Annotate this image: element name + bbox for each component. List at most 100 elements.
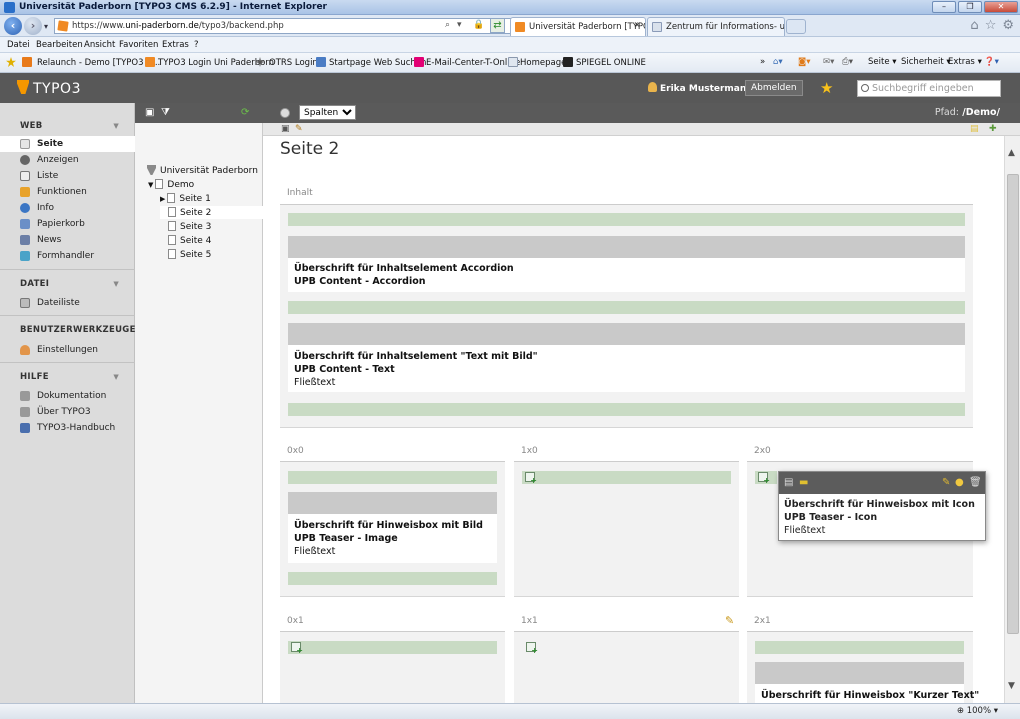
command-seite[interactable]: Seite ▾ [868, 57, 897, 67]
mail-icon[interactable]: ✉▾ [823, 57, 834, 67]
module-item-einstellungen[interactable]: Einstellungen [0, 342, 135, 358]
tree-node-seite-3[interactable]: Seite 3 [168, 221, 211, 232]
view-page-icon[interactable]: ▣ [281, 124, 290, 134]
user-menu[interactable]: Erika Mustermann [648, 82, 753, 94]
command-extras[interactable]: Extras ▾ [948, 57, 982, 67]
favorite-link[interactable]: Relaunch - Demo [TYPO3 C... [37, 58, 160, 68]
browser-tab-active[interactable]: Universität Paderborn [TYPO... ✕ [510, 17, 646, 36]
drop-zone[interactable] [755, 471, 777, 485]
favorite-link[interactable]: SPIEGEL ONLINE [576, 58, 646, 68]
search-icon[interactable]: ⌕ [445, 20, 450, 30]
tab-close-icon[interactable]: ✕ [633, 21, 641, 31]
collapse-icon[interactable]: ▼ [113, 373, 119, 381]
favorite-link[interactable]: TYPO3 Login Uni Paderborn [158, 58, 274, 68]
module-item-seite[interactable]: Seite [0, 136, 135, 152]
menu-item-favoriten[interactable]: Favoriten [119, 40, 158, 50]
module-item-liste[interactable]: Liste [0, 168, 135, 184]
close-window-icon[interactable]: ✕ [984, 1, 1018, 13]
favorite-link[interactable]: OTRS Login [269, 58, 318, 68]
history-dropdown-icon[interactable]: ▾ [44, 22, 48, 31]
page-properties-icon[interactable]: ▤ [970, 124, 979, 134]
favorites-star-icon[interactable]: ☆ [985, 18, 997, 33]
maximize-icon[interactable]: ❐ [958, 1, 982, 13]
forward-button-icon[interactable]: › [24, 17, 42, 35]
search-input[interactable]: Suchbegriff eingeben [857, 80, 1001, 97]
address-url[interactable]: https://www.uni-paderborn.de/typo3/backe… [72, 21, 284, 31]
refresh-tree-icon[interactable]: ⟳ [241, 107, 249, 118]
content-element-accordion[interactable]: Überschrift für Inhaltselement Accordion… [288, 236, 965, 292]
tree-node-root[interactable]: Universität Paderborn [147, 165, 258, 176]
new-record-icon[interactable]: ✚ [989, 124, 997, 134]
favorite-link[interactable]: E-Mail-Center-T-Online [426, 58, 520, 68]
minimize-icon[interactable]: – [932, 1, 956, 13]
drop-zone[interactable] [522, 471, 731, 485]
module-item-funktionen[interactable]: Funktionen [0, 184, 135, 200]
menu-item-datei[interactable]: Datei [7, 40, 30, 50]
drop-zone[interactable] [288, 301, 965, 314]
content-element-hinweisbox-kurzer-text[interactable]: Überschrift für Hinweisbox "Kurzer Text" [755, 662, 979, 703]
edit-pencil-icon[interactable]: ✎ [725, 614, 734, 627]
help-icon[interactable]: ❓▾ [984, 57, 999, 67]
content-element-hinweisbox-bild[interactable]: Überschrift für Hinweisbox mit Bild UPB … [288, 492, 497, 563]
tree-node-seite-2[interactable]: Seite 2 [160, 206, 263, 219]
menu-item-extras[interactable]: Extras [162, 40, 189, 50]
tree-node-seite-1[interactable]: ▶ Seite 1 [160, 193, 263, 204]
favorite-link[interactable]: Startpage Web Suchen [329, 58, 426, 68]
refresh-icon[interactable]: ⇄ [490, 18, 505, 33]
view-select[interactable]: Spalten [299, 105, 356, 120]
new-tab-button[interactable] [786, 19, 806, 34]
module-item-typo3-handbuch[interactable]: TYPO3-Handbuch [0, 420, 135, 436]
collapse-arrow-icon[interactable]: ▶ [160, 195, 165, 203]
module-item-anzeigen[interactable]: Anzeigen [0, 152, 135, 168]
back-button-icon[interactable]: ‹ [4, 17, 22, 35]
module-section-hilfe[interactable]: HILFE ▼ [0, 368, 135, 390]
zoom-level[interactable]: ⊕ 100% ▾ [957, 706, 998, 716]
home-command-icon[interactable]: ⌂▾ [773, 57, 783, 67]
address-bar[interactable]: https://www.uni-paderborn.de/typo3/backe… [54, 18, 513, 34]
drop-zone[interactable] [755, 641, 964, 654]
scroll-up-icon[interactable]: ▲ [1008, 148, 1015, 158]
new-page-icon[interactable]: ▣ [145, 107, 154, 118]
module-item-info[interactable]: Info [0, 200, 135, 216]
module-item-ueber-typo3[interactable]: Über TYPO3 [0, 404, 135, 420]
drop-zone[interactable] [288, 403, 965, 416]
filter-icon[interactable]: ⧩ [161, 107, 170, 118]
visibility-bulb-icon[interactable]: ● [955, 477, 964, 488]
print-icon[interactable]: ⎙▾ [842, 57, 853, 67]
address-dropdown-icon[interactable]: ▾ [457, 20, 462, 30]
menu-item-help[interactable]: ? [194, 40, 199, 50]
logout-button[interactable]: Abmelden [745, 80, 803, 96]
drop-zone[interactable] [288, 213, 965, 226]
content-scrollbar[interactable]: ▲ ▼ [1004, 136, 1020, 703]
module-item-formhandler[interactable]: Formhandler [0, 248, 135, 264]
menu-item-ansicht[interactable]: Ansicht [84, 40, 115, 50]
collapse-icon[interactable]: ▼ [113, 122, 119, 130]
module-item-dateiliste[interactable]: Dateiliste [0, 295, 135, 311]
tree-node-demo[interactable]: ▼ Demo [148, 179, 194, 190]
collapse-icon[interactable]: ▼ [113, 280, 119, 288]
command-sicherheit[interactable]: Sicherheit ▾ [901, 57, 951, 67]
drop-zone[interactable] [288, 572, 497, 585]
module-item-papierkorb[interactable]: Papierkorb [0, 216, 135, 232]
scroll-thumb[interactable] [1007, 174, 1019, 634]
module-section-datei[interactable]: DATEI ▼ [0, 275, 135, 297]
drop-zone[interactable] [288, 471, 497, 484]
menu-item-bearbeiten[interactable]: Bearbeiten [36, 40, 83, 50]
favorite-link[interactable]: Homepage [520, 58, 566, 68]
content-element-text-mit-bild[interactable]: Überschrift für Inhaltselement "Text mit… [288, 323, 965, 392]
new-content-icon[interactable] [526, 642, 538, 655]
favorites-add-icon[interactable] [22, 57, 32, 67]
browser-tab[interactable]: Zentrum für Informations- und ... [647, 17, 785, 36]
new-content-icon[interactable] [525, 472, 537, 485]
edit-page-icon[interactable]: ✎ [295, 124, 303, 134]
expand-icon[interactable]: ▼ [148, 181, 153, 189]
drop-zone[interactable] [288, 641, 497, 655]
content-element-hinweisbox-icon[interactable]: ▤ ▬ ✎ ● 🗑 Überschrift für Hinweisbox mit… [778, 471, 986, 541]
tree-node-seite-4[interactable]: Seite 4 [168, 235, 211, 246]
favorites-overflow[interactable]: » [760, 57, 765, 67]
module-section-benutzerwerkzeuge[interactable]: BENUTZERWERKZEUGE [0, 321, 135, 343]
delete-icon[interactable]: 🗑 [969, 477, 982, 488]
home-icon[interactable]: ⌂ [970, 18, 978, 33]
bookmarks-star-icon[interactable]: ★ [820, 79, 833, 97]
tree-node-seite-5[interactable]: Seite 5 [168, 249, 211, 260]
